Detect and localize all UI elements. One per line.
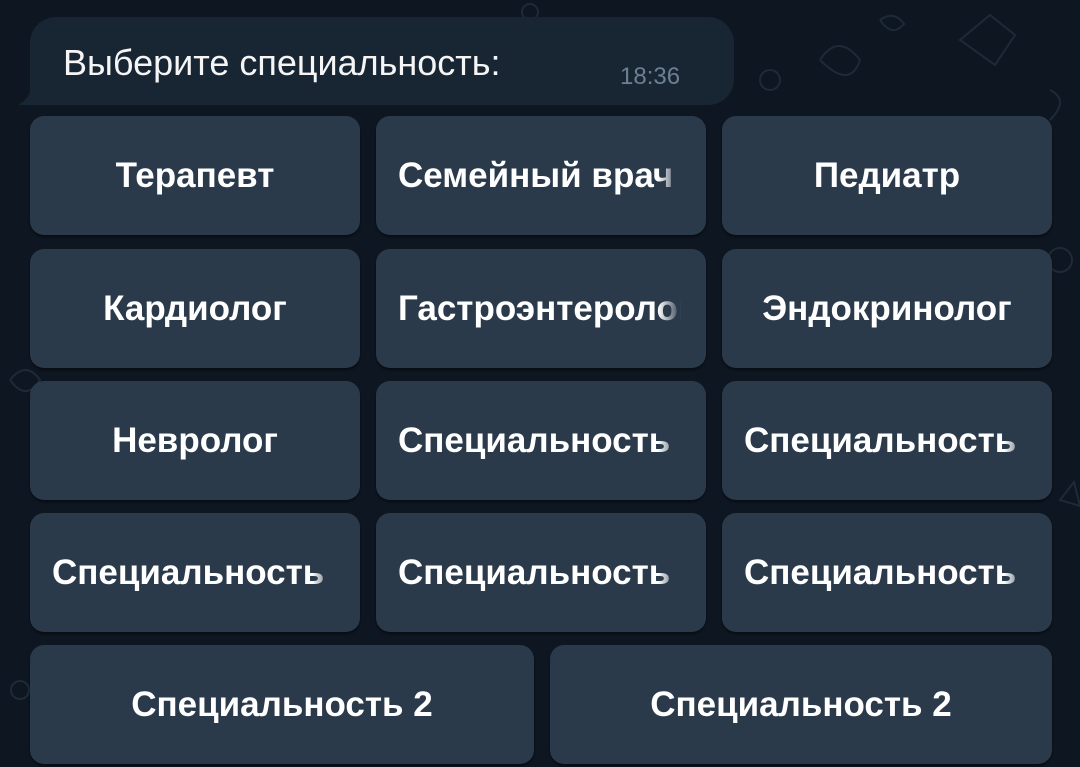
specialty-button-cardiologist[interactable]: Кардиолог — [30, 249, 360, 368]
specialty-button-pediatrician[interactable]: Педиатр — [722, 116, 1052, 235]
button-label: Семейный врач — [398, 116, 684, 235]
specialty-button-specialty-2[interactable]: Специальность 2 — [376, 381, 706, 500]
specialty-button-specialty-2[interactable]: Специальность 2 — [722, 513, 1052, 632]
specialty-button-gastroenterologist[interactable]: Гастроэнтеролог — [376, 249, 706, 368]
specialty-button-specialty-2[interactable]: Специальность 2 — [30, 645, 534, 764]
button-label: Терапевт — [115, 155, 275, 195]
button-label: Специальность 2 — [398, 513, 684, 632]
specialty-button-specialty-2[interactable]: Специальность 2 — [376, 513, 706, 632]
button-label: Специальность 2 — [131, 684, 433, 724]
message-time: 18:36 — [620, 63, 681, 90]
button-label: Специальность 2 — [650, 684, 952, 724]
button-label: Эндокринолог — [762, 288, 1012, 328]
button-label: Специальность 2 — [744, 381, 1030, 500]
button-label: Гастроэнтеролог — [398, 249, 684, 368]
message-text: Выберите специальность: — [63, 42, 501, 83]
specialty-button-family-doctor[interactable]: Семейный врач — [376, 116, 706, 235]
button-label: Специальность 2 — [52, 513, 338, 632]
specialty-button-therapist[interactable]: Терапевт — [30, 116, 360, 235]
button-label: Педиатр — [813, 155, 961, 195]
button-label: Специальность 2 — [744, 513, 1030, 632]
specialty-button-specialty-2[interactable]: Специальность 2 — [30, 513, 360, 632]
button-label: Невролог — [112, 420, 278, 460]
specialty-button-endocrinologist[interactable]: Эндокринолог — [722, 249, 1052, 368]
message-bubble: Выберите специальность: 18:36 — [30, 17, 734, 105]
specialty-button-neurologist[interactable]: Невролог — [30, 381, 360, 500]
specialty-button-specialty-2[interactable]: Специальность 2 — [722, 381, 1052, 500]
button-label: Кардиолог — [103, 288, 287, 328]
specialty-button-specialty-2[interactable]: Специальность 2 — [550, 645, 1052, 764]
button-label: Специальность 2 — [398, 381, 684, 500]
bubble-tail — [18, 80, 42, 105]
